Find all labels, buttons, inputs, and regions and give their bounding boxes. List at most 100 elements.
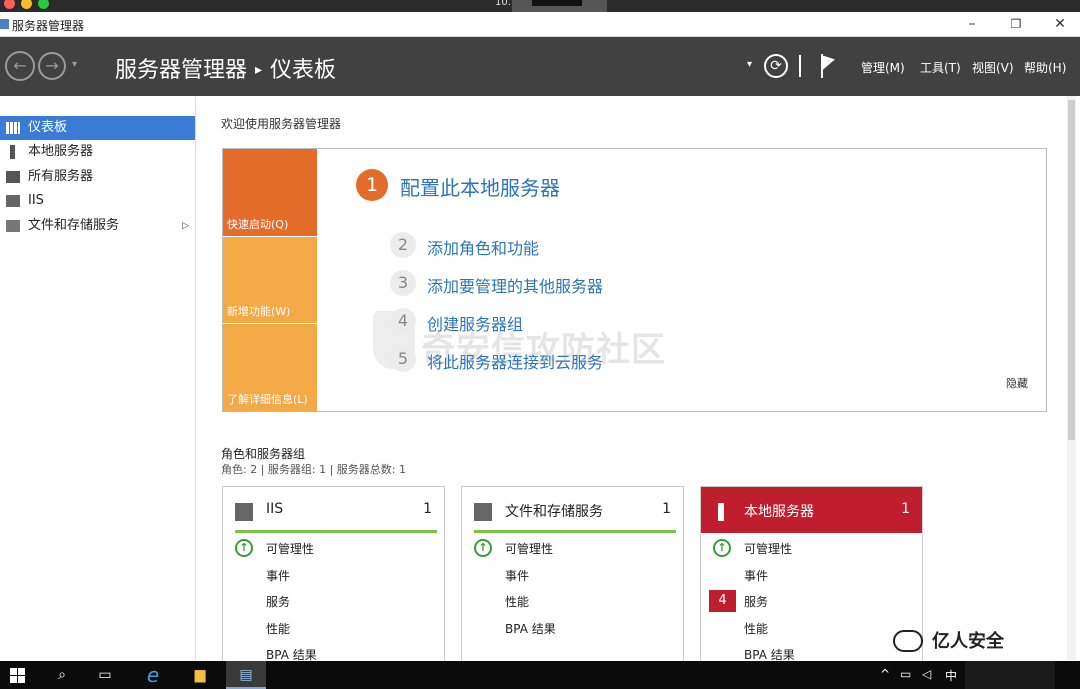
iis-icon — [6, 195, 20, 207]
tile-row-manageability[interactable]: 可管理性 — [505, 540, 553, 557]
notifications-flag-icon[interactable] — [823, 52, 835, 70]
server-icon — [10, 145, 15, 159]
tab-learn-more[interactable]: 了解详细信息(L) — [223, 324, 317, 411]
sidebar: 仪表板 本地服务器 所有服务器 IIS 文件和存储服务 ▷ — [0, 96, 196, 660]
step-number: 4 — [390, 308, 416, 334]
sidebar-item-label: IIS — [28, 193, 44, 208]
search-icon[interactable]: ⌕ — [42, 661, 82, 689]
divider — [799, 55, 801, 77]
tile-row-performance[interactable]: 性能 — [744, 620, 768, 637]
restore-button[interactable]: ❐ — [996, 14, 1036, 34]
sidebar-item-label: 仪表板 — [28, 120, 68, 135]
tile-row-bpa[interactable]: BPA 结果 — [505, 620, 556, 637]
step-number: 3 — [390, 270, 416, 296]
alert-count-badge[interactable]: 4 — [709, 590, 736, 612]
tab-quick-start[interactable]: 快速启动(Q) — [223, 149, 317, 236]
tile-row-events[interactable]: 事件 — [266, 567, 290, 584]
tile-row-performance[interactable]: 性能 — [505, 593, 529, 610]
expand-arrow-icon[interactable]: ▷ — [182, 214, 189, 238]
windows-logo-icon — [10, 668, 17, 675]
tab-label: 新增功能(W) — [227, 305, 291, 318]
menu-tools[interactable]: 工具(T) — [920, 59, 961, 76]
sidebar-item-label: 所有服务器 — [28, 169, 94, 184]
roles-section-title: 角色和服务器组 — [221, 447, 306, 461]
tray-overflow-icon[interactable]: ^ — [880, 667, 890, 681]
sidebar-item-all-servers[interactable]: 所有服务器 — [0, 165, 195, 189]
create-server-group-link[interactable]: 创建服务器组 — [427, 311, 523, 335]
back-button[interactable]: ← — [5, 51, 35, 81]
menu-view[interactable]: 视图(V) — [972, 59, 1014, 76]
tile-row-manageability[interactable]: 可管理性 — [266, 540, 314, 557]
close-button[interactable]: ✕ — [1040, 14, 1080, 34]
mac-close-icon[interactable] — [4, 0, 15, 9]
refresh-button[interactable]: ⟳ — [764, 54, 788, 78]
server-icon — [718, 503, 724, 521]
tile-title: IIS — [266, 501, 284, 517]
mac-minimize-icon[interactable] — [21, 0, 32, 9]
breadcrumb: 服务器管理器 ▸ 仪表板 — [115, 52, 336, 84]
menu-manage[interactable]: 管理(M) — [861, 59, 905, 76]
mac-zoom-icon[interactable] — [38, 0, 49, 9]
refresh-dropdown-icon[interactable]: ▾ — [747, 59, 752, 70]
storage-icon — [474, 503, 492, 521]
role-tile-local-server[interactable]: 本地服务器 1 ↑ 可管理性 事件 4 服务 性能 BPA 结果 — [700, 486, 923, 666]
start-button[interactable] — [4, 661, 44, 689]
tile-row-events[interactable]: 事件 — [744, 567, 768, 584]
add-roles-link[interactable]: 添加角色和功能 — [427, 235, 539, 259]
tile-header[interactable]: IIS 1 — [223, 487, 444, 533]
page-title: 仪表板 — [270, 58, 337, 83]
windows-logo-icon — [10, 676, 17, 683]
role-tile-iis[interactable]: IIS 1 ↑ 可管理性 事件 服务 性能 BPA 结果 — [222, 486, 445, 666]
breadcrumb-separator-icon: ▸ — [255, 62, 263, 78]
breadcrumb-root: 服务器管理器 — [115, 58, 248, 83]
configure-local-server-link[interactable]: 配置此本地服务器 — [400, 172, 560, 201]
window-title-bar: 服务器管理器 – ❐ ✕ — [0, 12, 1080, 37]
roles-summary: 角色: 2 | 服务器组: 1 | 服务器总数: 1 — [221, 463, 407, 476]
tile-row-services[interactable]: 服务 — [266, 593, 290, 610]
tile-row-services[interactable]: 服务 — [744, 593, 768, 610]
scrollbar-thumb[interactable] — [1068, 100, 1075, 440]
server-manager-app-icon — [0, 19, 9, 29]
step-number: 1 — [356, 169, 388, 201]
tile-title: 文件和存储服务 — [505, 504, 603, 520]
brand-watermark: 亿人安全 — [932, 631, 1004, 652]
tile-row-events[interactable]: 事件 — [505, 567, 529, 584]
window-title: 服务器管理器 — [12, 19, 85, 33]
file-explorer-icon[interactable]: ▆ — [180, 661, 220, 689]
forward-button[interactable]: → — [38, 52, 66, 80]
volume-icon[interactable]: ◁ — [922, 667, 931, 681]
server-manager-taskbar-icon[interactable]: ▤ — [226, 661, 266, 689]
tile-header[interactable]: 文件和存储服务 1 — [462, 487, 683, 533]
app-header: ← → ▾ 服务器管理器 ▸ 仪表板 ▾ ⟳ 管理(M) 工具(T) 视图(V) 帮… — [0, 37, 1080, 96]
task-view-icon[interactable]: ▭ — [85, 661, 125, 689]
tile-count: 1 — [662, 501, 671, 517]
sidebar-item-label: 文件和存储服务 — [28, 218, 120, 233]
ime-indicator[interactable]: 中 — [945, 667, 957, 684]
network-icon[interactable]: ▭ — [900, 667, 911, 681]
internet-explorer-icon[interactable]: e — [133, 661, 173, 689]
iis-icon — [235, 503, 253, 521]
quick-start-panel: 快速启动(Q) 新增功能(W) 了解详细信息(L) 奇安信攻防社区 1 配置此本… — [222, 148, 1047, 412]
welcome-heading: 欢迎使用服务器管理器 — [221, 117, 342, 131]
tile-row-performance[interactable]: 性能 — [266, 620, 290, 637]
windows-logo-icon — [18, 676, 25, 683]
tab-whats-new[interactable]: 新增功能(W) — [223, 237, 317, 323]
menu-help[interactable]: 帮助(H) — [1024, 59, 1066, 76]
sidebar-item-file-storage[interactable]: 文件和存储服务 ▷ — [0, 214, 195, 238]
history-dropdown-icon[interactable]: ▾ — [72, 59, 77, 70]
sidebar-item-dashboard[interactable]: 仪表板 — [0, 116, 195, 140]
tile-row-manageability[interactable]: 可管理性 — [744, 540, 792, 557]
hide-link[interactable]: 隐藏 — [1006, 375, 1028, 391]
tile-header[interactable]: 本地服务器 1 — [701, 487, 922, 533]
servers-icon — [6, 171, 20, 183]
connect-cloud-link[interactable]: 将此服务器连接到云服务 — [427, 349, 603, 373]
host-title-bar: 10. — [0, 0, 1080, 12]
sidebar-item-iis[interactable]: IIS — [0, 189, 195, 213]
redaction-block — [532, 0, 582, 6]
add-servers-link[interactable]: 添加要管理的其他服务器 — [427, 273, 603, 297]
role-tile-file-storage[interactable]: 文件和存储服务 1 ↑ 可管理性 事件 性能 BPA 结果 — [461, 486, 684, 666]
ok-status-icon: ↑ — [235, 539, 253, 557]
tile-title: 本地服务器 — [744, 504, 814, 520]
sidebar-item-local-server[interactable]: 本地服务器 — [0, 140, 195, 164]
minimize-button[interactable]: – — [952, 14, 992, 34]
